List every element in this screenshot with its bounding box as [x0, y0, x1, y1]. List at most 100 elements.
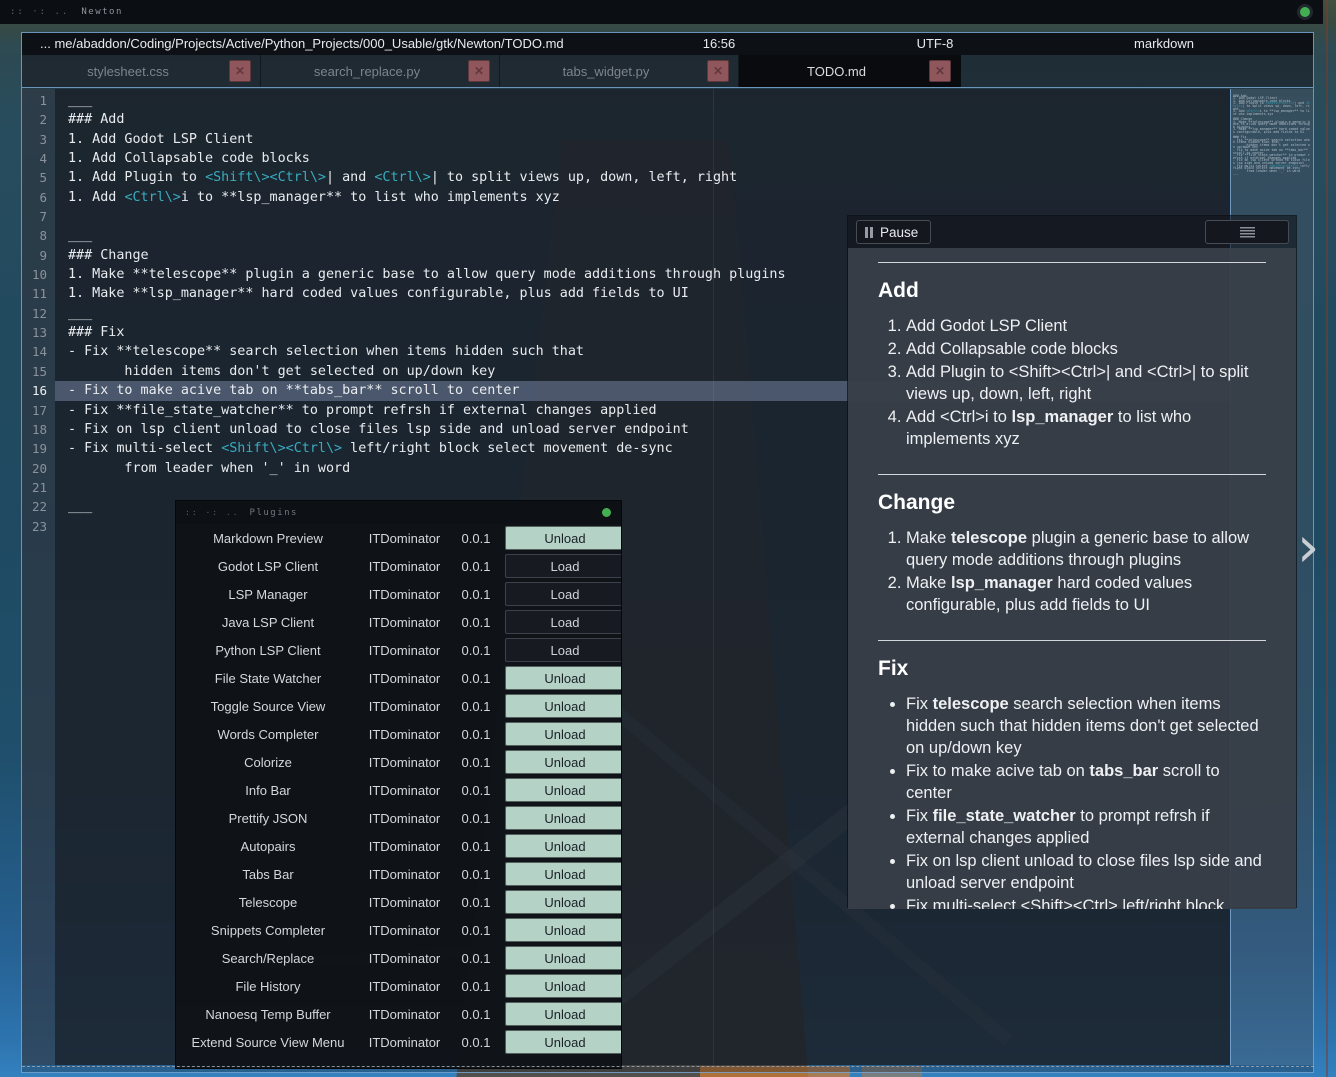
plugin-name: Java LSP Client — [178, 615, 358, 630]
plugin-author: ITDominator — [362, 867, 447, 882]
tab-close-icon[interactable]: ✕ — [929, 60, 951, 82]
unload-plugin-button[interactable]: Unload — [505, 778, 622, 802]
unload-plugin-button[interactable]: Unload — [505, 834, 622, 858]
window-status-dot[interactable] — [1300, 7, 1310, 17]
tab-close-icon[interactable]: ✕ — [468, 60, 490, 82]
plugin-row: Python LSP ClientITDominator0.0.1Load — [176, 636, 621, 664]
plugin-name: Telescope — [178, 895, 358, 910]
tab-TODO.md[interactable]: TODO.md✕ — [739, 55, 961, 87]
plugins-window: :: ·: .. Plugins Markdown PreviewITDomin… — [175, 500, 622, 1069]
line-number: 22 — [22, 497, 55, 516]
unload-plugin-button[interactable]: Unload — [505, 862, 622, 886]
plugin-version: 0.0.1 — [451, 615, 501, 630]
plugins-titlebar[interactable]: :: ·: .. Plugins — [176, 501, 621, 524]
plugin-name: Nanoesq Temp Buffer — [178, 1007, 358, 1022]
chevron-right-icon[interactable]: › — [1297, 528, 1319, 568]
unload-plugin-button[interactable]: Unload — [505, 946, 622, 970]
pause-button[interactable]: Pause — [856, 220, 931, 244]
plugin-row: Markdown PreviewITDominator0.0.1Unload — [176, 524, 621, 552]
unload-plugin-button[interactable]: Unload — [505, 526, 622, 550]
plugin-name: Autopairs — [178, 839, 358, 854]
load-plugin-button[interactable]: Load — [505, 610, 622, 634]
tab-label: tabs_widget.py — [563, 64, 676, 79]
plugin-name: Colorize — [178, 755, 358, 770]
plugins-status-dot[interactable] — [602, 508, 611, 517]
plugin-version: 0.0.1 — [451, 895, 501, 910]
load-plugin-button[interactable]: Load — [505, 554, 622, 578]
line-number: 20 — [22, 459, 55, 478]
plugin-name: Extend Source View Menu — [178, 1035, 358, 1050]
section-list: Fix telescope search selection when item… — [878, 693, 1266, 909]
plugin-name: File State Watcher — [178, 671, 358, 686]
line-number: 2 — [22, 110, 55, 129]
line-number: 7 — [22, 207, 55, 226]
window-resize-handle[interactable] — [22, 1066, 1314, 1067]
plugin-row: Words CompleterITDominator0.0.1Unload — [176, 720, 621, 748]
plugin-version: 0.0.1 — [451, 811, 501, 826]
load-plugin-button[interactable]: Load — [505, 582, 622, 606]
unload-plugin-button[interactable]: Unload — [505, 806, 622, 830]
plugin-version: 0.0.1 — [451, 867, 501, 882]
plugin-author: ITDominator — [362, 531, 447, 546]
window-titlebar[interactable]: :: ·: .. Newton — [0, 0, 1323, 24]
line-number: 13 — [22, 323, 55, 342]
plugin-row: File State WatcherITDominator0.0.1Unload — [176, 664, 621, 692]
unload-plugin-button[interactable]: Unload — [505, 890, 622, 914]
desktop: :: ·: .. Newton ... me/abaddon/Coding/Pr… — [0, 0, 1336, 1077]
wm-layout-glyphs: :: ·: .. — [185, 508, 240, 517]
pause-button-label: Pause — [880, 225, 918, 240]
section-list: Add Godot LSP ClientAdd Collapsable code… — [878, 315, 1266, 450]
line-number: 9 — [22, 246, 55, 265]
plugin-author: ITDominator — [362, 811, 447, 826]
right-margin-guide — [713, 89, 714, 1065]
list-item: Add <Ctrl>i to lsp_manager to list who i… — [906, 406, 1266, 450]
tab-close-icon[interactable]: ✕ — [229, 60, 251, 82]
unload-plugin-button[interactable]: Unload — [505, 722, 622, 746]
plugin-row: TelescopeITDominator0.0.1Unload — [176, 888, 621, 916]
plugins-window-title: Plugins — [250, 508, 298, 518]
load-plugin-button[interactable]: Load — [505, 638, 622, 662]
line-number-gutter: 1234567891011121314151617181920212223 — [22, 89, 55, 1065]
tab-search_replace.py[interactable]: search_replace.py✕ — [261, 55, 500, 87]
plugin-name: Toggle Source View — [178, 699, 358, 714]
line-number: 23 — [22, 517, 55, 536]
unload-plugin-button[interactable]: Unload — [505, 974, 622, 998]
section-divider — [878, 474, 1266, 475]
line-number: 11 — [22, 284, 55, 303]
plugin-row: Extend Source View MenuITDominator0.0.1U… — [176, 1028, 621, 1056]
plugin-version: 0.0.1 — [451, 755, 501, 770]
tab-close-icon[interactable]: ✕ — [707, 60, 729, 82]
hamburger-icon — [1240, 227, 1255, 238]
plugin-name: Tabs Bar — [178, 867, 358, 882]
unload-plugin-button[interactable]: Unload — [505, 1002, 622, 1026]
tab-tabs_widget.py[interactable]: tabs_widget.py ✕ — [500, 55, 739, 87]
plugin-version: 0.0.1 — [451, 951, 501, 966]
plugin-row: Snippets CompleterITDominator0.0.1Unload — [176, 916, 621, 944]
plugin-version: 0.0.1 — [451, 559, 501, 574]
minimap-line: from leader when '_' in word — [1233, 170, 1311, 173]
unload-plugin-button[interactable]: Unload — [505, 918, 622, 942]
unload-plugin-button[interactable]: Unload — [505, 694, 622, 718]
code-line: ___ — [55, 91, 1230, 110]
tab-stylesheet.css[interactable]: stylesheet.css ✕ — [22, 55, 261, 87]
status-bar: ... me/abaddon/Coding/Projects/Active/Py… — [22, 33, 1313, 55]
unload-plugin-button[interactable]: Unload — [505, 666, 622, 690]
line-number: 17 — [22, 401, 55, 420]
minimap-line: 1. Make **lsp_manager** hard coded value… — [1233, 128, 1311, 133]
plugin-author: ITDominator — [362, 1035, 447, 1050]
unload-plugin-button[interactable]: Unload — [505, 750, 622, 774]
preview-menu-button[interactable] — [1205, 220, 1289, 244]
section-heading: Add — [878, 279, 1266, 303]
plugin-name: Markdown Preview — [178, 531, 358, 546]
section-list: Make telescope plugin a generic base to … — [878, 527, 1266, 616]
plugin-author: ITDominator — [362, 615, 447, 630]
unload-plugin-button[interactable]: Unload — [505, 1030, 622, 1054]
tab-label: stylesheet.css — [87, 64, 195, 79]
list-item: Fix file_state_watcher to prompt refrsh … — [906, 805, 1266, 849]
plugin-row: File HistoryITDominator0.0.1Unload — [176, 972, 621, 1000]
line-number: 6 — [22, 188, 55, 207]
plugin-version: 0.0.1 — [451, 783, 501, 798]
plugin-author: ITDominator — [362, 643, 447, 658]
plugin-row: Nanoesq Temp BufferITDominator0.0.1Unloa… — [176, 1000, 621, 1028]
tab-bar: stylesheet.css✕search_replace.py✕tabs_wi… — [22, 55, 1313, 87]
